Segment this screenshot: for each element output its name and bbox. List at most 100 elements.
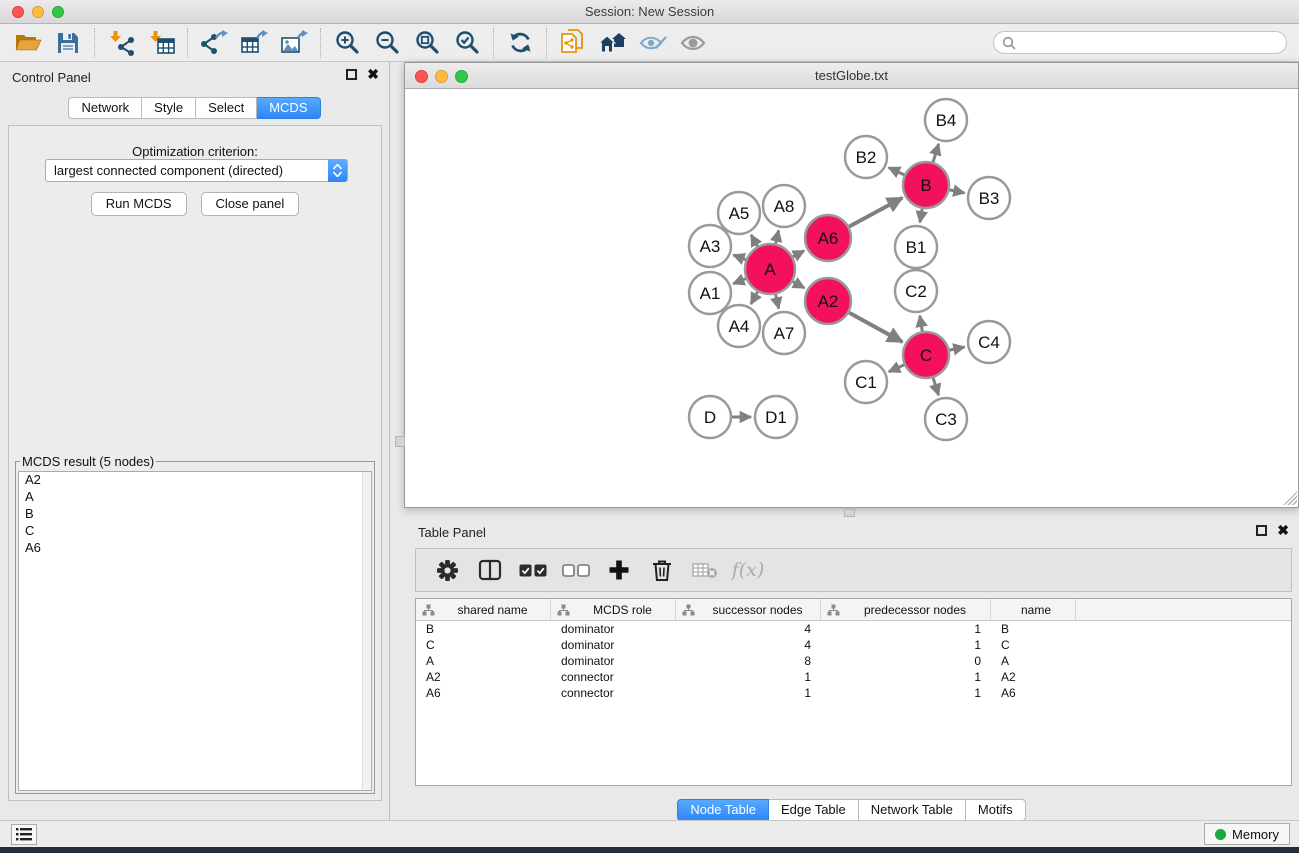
mcds-result-item[interactable]: A	[19, 489, 371, 506]
table-cell[interactable]: B	[991, 622, 1076, 636]
column-header-predecessor-nodes[interactable]: predecessor nodes	[821, 599, 991, 620]
graph-edge-A-A7[interactable]	[776, 294, 779, 308]
graph-edge-A-A3[interactable]	[733, 255, 745, 260]
result-scrollbar[interactable]	[362, 472, 371, 790]
search-box[interactable]	[993, 31, 1287, 54]
graph-node-C2[interactable]: C2	[895, 270, 937, 312]
open-session-button[interactable]	[8, 27, 48, 59]
mcds-result-item[interactable]: B	[19, 506, 371, 523]
table-cell[interactable]: 1	[821, 686, 991, 700]
graph-edge-A-A1[interactable]	[733, 279, 746, 284]
table-cell[interactable]: dominator	[551, 622, 676, 636]
node-table[interactable]: shared nameMCDS rolesuccessor nodesprede…	[415, 598, 1292, 786]
tab-node-table[interactable]: Node Table	[677, 799, 769, 821]
table-cell[interactable]: 1	[821, 622, 991, 636]
zoom-selected-button[interactable]	[447, 27, 487, 59]
tab-network-table[interactable]: Network Table	[859, 799, 966, 821]
graph-node-B4[interactable]: B4	[925, 99, 967, 141]
optimization-criterion-dropdown[interactable]: largest connected component (directed)	[45, 159, 348, 182]
task-history-button[interactable]	[11, 824, 37, 845]
split-columns-button[interactable]	[473, 553, 507, 587]
table-cell[interactable]: dominator	[551, 654, 676, 668]
mcds-result-item[interactable]: A6	[19, 540, 371, 557]
mcds-result-item[interactable]: A2	[19, 472, 371, 489]
graph-edge-B-B3[interactable]	[950, 190, 965, 193]
table-cell[interactable]: 1	[821, 670, 991, 684]
column-header-MCDS-role[interactable]: MCDS role	[551, 599, 676, 620]
export-image-button[interactable]	[274, 27, 314, 59]
graph-node-A6[interactable]: A6	[805, 215, 851, 261]
graph-node-C[interactable]: C	[903, 332, 949, 378]
table-cell[interactable]: connector	[551, 686, 676, 700]
network-canvas[interactable]: AA1A2A3A4A5A6A7A8BB1B2B3B4CC1C2C3C4DD1	[405, 89, 1298, 506]
hide-details-button[interactable]	[633, 27, 673, 59]
graph-edge-A6-B[interactable]	[849, 198, 902, 227]
window-resize-grip[interactable]	[1283, 491, 1297, 505]
tab-select[interactable]: Select	[196, 97, 257, 119]
table-cell[interactable]: A	[991, 654, 1076, 668]
minimize-window-button[interactable]	[32, 6, 44, 18]
zoom-window-button[interactable]	[52, 6, 64, 18]
graph-node-C3[interactable]: C3	[925, 398, 967, 440]
graph-node-A[interactable]: A	[745, 244, 795, 294]
tab-motifs[interactable]: Motifs	[966, 799, 1026, 821]
graph-node-A4[interactable]: A4	[718, 305, 760, 347]
graph-edge-A-A8[interactable]	[776, 230, 779, 243]
graph-node-B3[interactable]: B3	[968, 177, 1010, 219]
table-cell[interactable]: C	[416, 638, 551, 652]
table-cell[interactable]: A6	[991, 686, 1076, 700]
add-column-button[interactable]	[602, 553, 636, 587]
graph-edge-A-A4[interactable]	[751, 292, 758, 304]
home-button[interactable]	[593, 27, 633, 59]
zoom-in-button[interactable]	[327, 27, 367, 59]
import-table-button[interactable]	[141, 27, 181, 59]
zoom-out-button[interactable]	[367, 27, 407, 59]
mcds-result-list[interactable]: A2ABCA6	[18, 471, 372, 791]
memory-button[interactable]: Memory	[1204, 823, 1290, 845]
column-header-shared-name[interactable]: shared name	[416, 599, 551, 620]
clone-network-button[interactable]	[553, 27, 593, 59]
table-cell[interactable]: 4	[676, 622, 821, 636]
close-table-panel-icon[interactable]: ✖	[1277, 525, 1289, 536]
table-settings-button[interactable]	[430, 553, 464, 587]
import-network-button[interactable]	[101, 27, 141, 59]
table-cell[interactable]: dominator	[551, 638, 676, 652]
graph-node-B[interactable]: B	[903, 162, 949, 208]
graph-node-D1[interactable]: D1	[755, 396, 797, 438]
delete-column-button[interactable]	[645, 553, 679, 587]
graph-edge-A-A6[interactable]	[793, 251, 804, 257]
graph-node-B2[interactable]: B2	[845, 136, 887, 178]
table-row[interactable]: A2connector11A2	[416, 669, 1291, 685]
table-cell[interactable]: 8	[676, 654, 821, 668]
graph-edge-A2-C[interactable]	[849, 313, 902, 342]
mcds-result-item[interactable]: C	[19, 523, 371, 540]
network-window-titlebar[interactable]: testGlobe.txt	[405, 63, 1298, 89]
graph-edge-B-B4[interactable]	[933, 144, 939, 162]
float-table-panel-icon[interactable]	[1256, 525, 1267, 536]
table-row[interactable]: Adominator80A	[416, 653, 1291, 669]
table-cell[interactable]: A	[416, 654, 551, 668]
graph-edge-A-A5[interactable]	[751, 235, 757, 246]
column-header-name[interactable]: name	[991, 599, 1076, 620]
vertical-splitter-handle[interactable]	[395, 436, 405, 447]
export-network-button[interactable]	[194, 27, 234, 59]
graph-node-A8[interactable]: A8	[763, 185, 805, 227]
table-cell[interactable]: 1	[676, 670, 821, 684]
tab-style[interactable]: Style	[142, 97, 196, 119]
graph-edge-A-A2[interactable]	[793, 282, 805, 288]
tab-edge-table[interactable]: Edge Table	[769, 799, 859, 821]
horizontal-splitter-handle[interactable]	[844, 509, 855, 517]
tab-mcds[interactable]: MCDS	[257, 97, 320, 119]
graph-node-A2[interactable]: A2	[805, 278, 851, 324]
show-details-button[interactable]	[673, 27, 713, 59]
graph-edge-B-B2[interactable]	[889, 168, 905, 175]
network-zoom-button[interactable]	[455, 70, 468, 83]
graph-edge-C-C4[interactable]	[950, 347, 965, 350]
export-table-button[interactable]	[234, 27, 274, 59]
table-row[interactable]: Cdominator41C	[416, 637, 1291, 653]
graph-node-B1[interactable]: B1	[895, 226, 937, 268]
table-cell[interactable]: 1	[676, 686, 821, 700]
search-input[interactable]	[1021, 36, 1271, 50]
table-body[interactable]: Bdominator41BCdominator41CAdominator80AA…	[416, 621, 1291, 701]
column-header-successor-nodes[interactable]: successor nodes	[676, 599, 821, 620]
